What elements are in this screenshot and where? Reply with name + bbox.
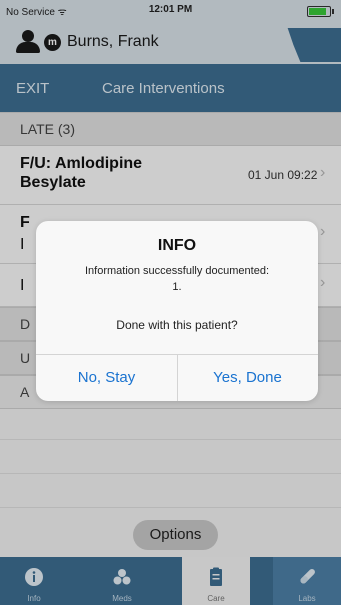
alert-question: Done with this patient? — [116, 318, 238, 332]
alert-title: INFO — [157, 237, 197, 254]
alert-message-line2: 1. — [172, 281, 182, 293]
no-stay-button[interactable]: No, Stay — [36, 354, 177, 401]
yes-done-button[interactable]: Yes, Done — [177, 354, 318, 401]
alert-message: Information successfully documented: — [84, 265, 270, 277]
info-alert-dialog: INFO Information successfully documented… — [36, 221, 318, 401]
